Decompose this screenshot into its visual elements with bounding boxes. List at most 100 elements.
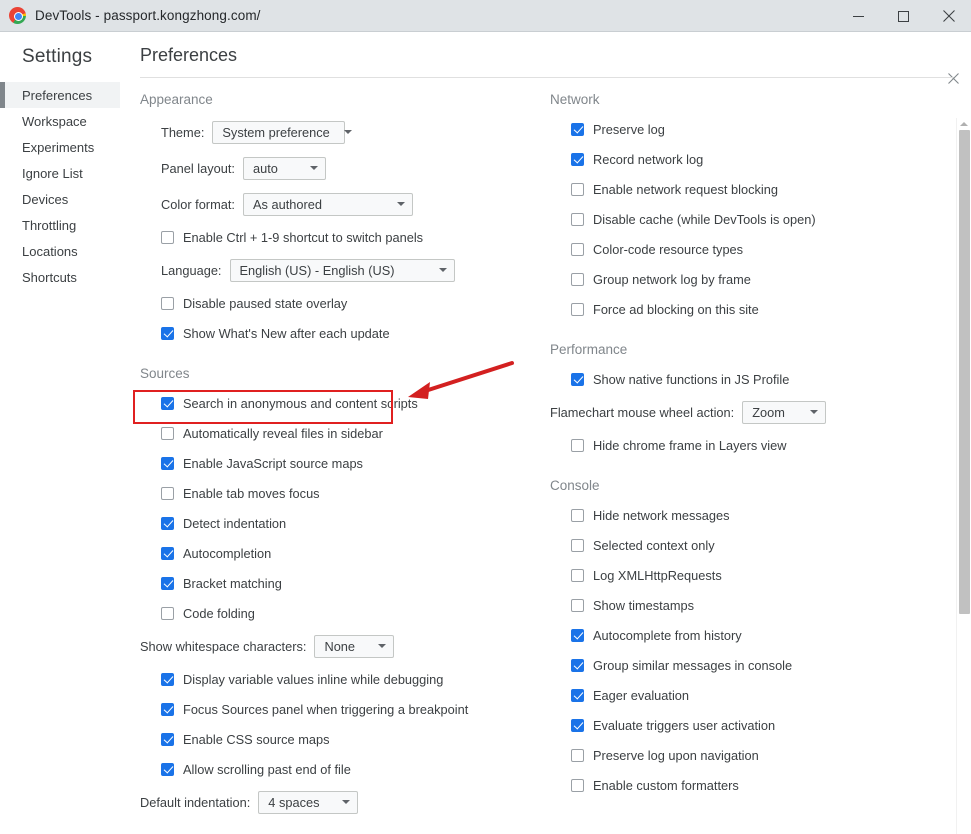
whitespace-select[interactable]: None <box>314 634 395 658</box>
sidebar-item-throttling[interactable]: Throttling <box>0 212 120 238</box>
sources-js-source-maps-checkbox[interactable] <box>161 456 174 470</box>
sources-focus-panel-checkbox[interactable] <box>161 702 174 716</box>
sources-focus-panel-setting[interactable]: Focus Sources panel when triggering a br… <box>161 694 540 724</box>
perf-native-functions-checkbox[interactable] <box>571 372 584 386</box>
sources-code-folding-checkbox[interactable] <box>161 606 174 620</box>
network-request-blocking-checkbox[interactable] <box>571 182 584 196</box>
console-eager-evaluation-checkbox[interactable] <box>571 688 584 702</box>
console-custom-formatters-checkbox[interactable] <box>571 778 584 792</box>
section-title-sources: Sources <box>140 366 190 381</box>
perf-native-functions-setting[interactable]: Show native functions in JS Profile <box>571 364 950 394</box>
sources-inline-values-setting[interactable]: Display variable values inline while deb… <box>161 664 540 694</box>
console-log-xhr-setting[interactable]: Log XMLHttpRequests <box>571 560 950 590</box>
whats-new-checkbox[interactable] <box>161 326 174 340</box>
sources-tab-moves-focus-setting[interactable]: Enable tab moves focus <box>161 478 540 508</box>
sources-auto-reveal-setting[interactable]: Automatically reveal files in sidebar <box>161 418 540 448</box>
console-log-xhr-checkbox[interactable] <box>571 568 584 582</box>
network-disable-cache-checkbox[interactable] <box>571 212 584 226</box>
scroll-up-arrow-icon[interactable] <box>957 118 971 129</box>
console-group-similar-setting[interactable]: Group similar messages in console <box>571 650 950 680</box>
network-group-by-frame-checkbox[interactable] <box>571 272 584 286</box>
sources-scroll-past-end-setting[interactable]: Allow scrolling past end of file <box>161 754 540 784</box>
console-eager-evaluation-setting[interactable]: Eager evaluation <box>571 680 950 710</box>
sidebar-item-ignore-list[interactable]: Ignore List <box>0 160 120 186</box>
console-autocomplete-history-setting[interactable]: Autocomplete from history <box>571 620 950 650</box>
sources-search-anonymous-setting[interactable]: Search in anonymous and content scripts <box>161 388 540 418</box>
close-icon[interactable] <box>926 0 971 32</box>
perf-hide-chrome-frame-checkbox[interactable] <box>571 438 584 452</box>
network-ad-blocking-setting[interactable]: Force ad blocking on this site <box>571 294 950 324</box>
sources-inline-values-checkbox[interactable] <box>161 672 174 686</box>
console-preserve-log-checkbox[interactable] <box>571 748 584 762</box>
maximize-icon[interactable] <box>881 0 926 32</box>
sources-js-source-maps-setting[interactable]: Enable JavaScript source maps <box>161 448 540 478</box>
sidebar-item-workspace[interactable]: Workspace <box>0 108 120 134</box>
console-preserve-log-setting[interactable]: Preserve log upon navigation <box>571 740 950 770</box>
sources-css-source-maps-checkbox[interactable] <box>161 732 174 746</box>
network-ad-blocking-checkbox[interactable] <box>571 302 584 316</box>
sidebar-item-locations[interactable]: Locations <box>0 238 120 264</box>
sources-bracket-matching-checkbox[interactable] <box>161 576 174 590</box>
network-record-log-checkbox[interactable] <box>571 152 584 166</box>
disable-paused-setting[interactable]: Disable paused state overlay <box>161 288 540 318</box>
console-show-timestamps-setting[interactable]: Show timestamps <box>571 590 950 620</box>
sidebar-item-label: Workspace <box>22 113 87 129</box>
sources-bracket-matching-setting[interactable]: Bracket matching <box>161 568 540 598</box>
chevron-down-icon <box>343 130 352 134</box>
console-selected-context-checkbox[interactable] <box>571 538 584 552</box>
ctrl-shortcut-setting[interactable]: Enable Ctrl + 1-9 shortcut to switch pan… <box>161 222 540 252</box>
sidebar-item-devices[interactable]: Devices <box>0 186 120 212</box>
scrollbar-thumb[interactable] <box>959 130 970 614</box>
perf-hide-chrome-frame-setting[interactable]: Hide chrome frame in Layers view <box>571 430 950 460</box>
disable-paused-checkbox[interactable] <box>161 296 174 310</box>
color-format-select[interactable]: As authored <box>242 192 413 216</box>
sources-search-anonymous-checkbox[interactable] <box>161 396 174 410</box>
content-scrollbar[interactable] <box>956 118 971 834</box>
perf-native-functions-label: Show native functions in JS Profile <box>593 371 790 387</box>
sidebar-item-label: Ignore List <box>22 165 83 181</box>
console-user-activation-setting[interactable]: Evaluate triggers user activation <box>571 710 950 740</box>
theme-select[interactable]: System preference <box>212 120 352 144</box>
sources-scroll-past-end-label: Allow scrolling past end of file <box>183 761 351 777</box>
section-appearance: Appearance Theme: System preference Pane… <box>140 92 540 348</box>
sources-autocompletion-setting[interactable]: Autocompletion <box>161 538 540 568</box>
console-selected-context-setting[interactable]: Selected context only <box>571 530 950 560</box>
network-preserve-log-checkbox[interactable] <box>571 122 584 136</box>
console-custom-formatters-setting[interactable]: Enable custom formatters <box>571 770 950 800</box>
console-show-timestamps-checkbox[interactable] <box>571 598 584 612</box>
console-autocomplete-history-checkbox[interactable] <box>571 628 584 642</box>
whats-new-setting[interactable]: Show What's New after each update <box>161 318 540 348</box>
panel-layout-select[interactable]: auto <box>243 156 326 180</box>
network-request-blocking-setting[interactable]: Enable network request blocking <box>571 174 950 204</box>
network-preserve-log-setting[interactable]: Preserve log <box>571 114 950 144</box>
console-hide-network-messages-setting[interactable]: Hide network messages <box>571 500 950 530</box>
sources-css-source-maps-setting[interactable]: Enable CSS source maps <box>161 724 540 754</box>
sources-tab-moves-focus-checkbox[interactable] <box>161 486 174 500</box>
sources-auto-reveal-checkbox[interactable] <box>161 426 174 440</box>
network-group-by-frame-setting[interactable]: Group network log by frame <box>571 264 950 294</box>
console-user-activation-checkbox[interactable] <box>571 718 584 732</box>
sources-scroll-past-end-checkbox[interactable] <box>161 762 174 776</box>
console-hide-network-messages-checkbox[interactable] <box>571 508 584 522</box>
sources-autocompletion-checkbox[interactable] <box>161 546 174 560</box>
network-disable-cache-setting[interactable]: Disable cache (while DevTools is open) <box>571 204 950 234</box>
network-color-code-label: Color-code resource types <box>593 241 744 257</box>
network-color-code-checkbox[interactable] <box>571 242 584 256</box>
ctrl-shortcut-checkbox[interactable] <box>161 230 174 244</box>
console-group-similar-checkbox[interactable] <box>571 658 584 672</box>
flamechart-select[interactable]: Zoom <box>742 400 827 424</box>
network-record-log-setting[interactable]: Record network log <box>571 144 950 174</box>
sidebar-item-preferences[interactable]: Preferences <box>0 82 120 108</box>
network-color-code-setting[interactable]: Color-code resource types <box>571 234 950 264</box>
sources-detect-indentation-setting[interactable]: Detect indentation <box>161 508 540 538</box>
indentation-setting: Default indentation: 4 spaces <box>140 784 540 820</box>
sources-detect-indentation-checkbox[interactable] <box>161 516 174 530</box>
sidebar-item-label: Locations <box>22 243 78 259</box>
minimize-icon[interactable] <box>836 0 881 32</box>
language-select[interactable]: English (US) - English (US) <box>229 258 455 282</box>
indentation-select[interactable]: 4 spaces <box>258 790 359 814</box>
sidebar-item-shortcuts[interactable]: Shortcuts <box>0 264 120 290</box>
theme-value: System preference <box>222 124 330 140</box>
sidebar-item-experiments[interactable]: Experiments <box>0 134 120 160</box>
sources-code-folding-setting[interactable]: Code folding <box>161 598 540 628</box>
